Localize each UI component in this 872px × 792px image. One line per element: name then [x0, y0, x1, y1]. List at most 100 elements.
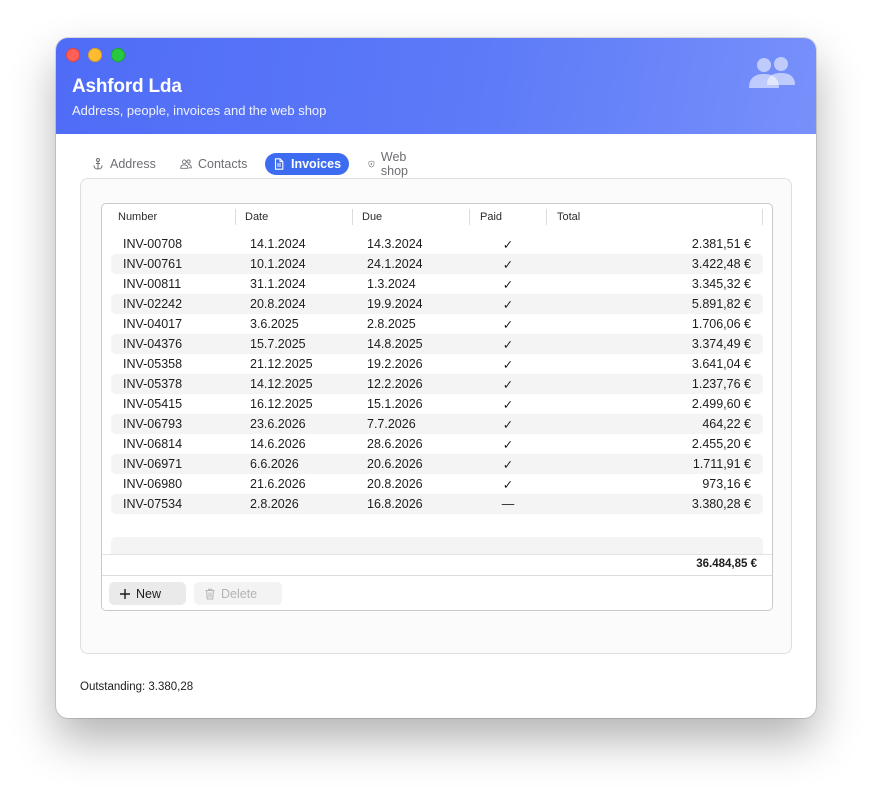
- invoice-due: 1.3.2024: [367, 277, 416, 291]
- tab-invoices[interactable]: Invoices: [265, 153, 350, 175]
- invoice-date: 20.8.2024: [250, 297, 306, 311]
- invoice-due: 20.8.2026: [367, 477, 423, 491]
- tab-contacts-label: Contacts: [198, 157, 248, 171]
- invoice-number: INV-00761: [123, 257, 183, 271]
- column-divider[interactable]: [546, 209, 547, 225]
- table-row[interactable]: INV-05358 21.12.2025 19.2.2026 ✓ 3.641,0…: [111, 354, 763, 374]
- table-row[interactable]: INV-06971 6.6.2026 20.6.2026 ✓ 1.711,91 …: [111, 454, 763, 474]
- invoice-paid: ✓: [502, 278, 514, 292]
- invoice-due: 19.2.2026: [367, 357, 423, 371]
- divider: [102, 554, 772, 555]
- table-row[interactable]: INV-06980 21.6.2026 20.8.2026 ✓ 973,16 €: [111, 474, 763, 494]
- invoice-date: 16.12.2025: [250, 397, 313, 411]
- invoices-table: Number Date Due Paid Total INV-00708 14.…: [101, 203, 773, 611]
- table-row[interactable]: INV-04017 3.6.2025 2.8.2025 ✓ 1.706,06 €: [111, 314, 763, 334]
- tab-invoices-label: Invoices: [291, 157, 342, 171]
- invoice-date: 14.6.2026: [250, 437, 306, 451]
- invoices-panel: Number Date Due Paid Total INV-00708 14.…: [80, 178, 792, 654]
- column-divider[interactable]: [352, 209, 353, 225]
- invoice-due: 14.8.2025: [367, 337, 423, 351]
- invoice-date: 10.1.2024: [250, 257, 306, 271]
- invoice-total: 2.455,20 €: [691, 437, 751, 451]
- invoice-date: 2.8.2026: [250, 497, 299, 511]
- invoice-date: 21.12.2025: [250, 357, 313, 371]
- plus-icon: [120, 588, 130, 599]
- invoice-due: 24.1.2024: [367, 257, 423, 271]
- invoice-number: INV-02242: [123, 297, 183, 311]
- invoice-due: 2.8.2025: [367, 317, 416, 331]
- table-row[interactable]: INV-07534 2.8.2026 16.8.2026 — 3.380,28 …: [111, 494, 763, 514]
- invoice-paid: ✓: [502, 258, 514, 272]
- new-invoice-button[interactable]: New: [109, 582, 186, 605]
- app-window: Ashford Lda Address, people, invoices an…: [56, 38, 816, 718]
- people-icon: [180, 159, 192, 169]
- status-text: Outstanding: 3.380,28: [80, 681, 194, 693]
- column-header-number[interactable]: Number: [118, 211, 157, 223]
- invoice-date: 14.1.2024: [250, 237, 306, 251]
- invoice-total: 973,16 €: [702, 477, 751, 491]
- table-row[interactable]: INV-06793 23.6.2026 7.7.2026 ✓ 464,22 €: [111, 414, 763, 434]
- invoice-due: 14.3.2024: [367, 237, 423, 251]
- invoice-due: 7.7.2026: [367, 417, 416, 431]
- table-body: INV-00708 14.1.2024 14.3.2024 ✓ 2.381,51…: [111, 234, 763, 514]
- invoice-total: 464,22 €: [702, 417, 751, 431]
- invoice-total: 3.345,32 €: [691, 277, 751, 291]
- people-icon: [749, 57, 795, 88]
- table-row[interactable]: INV-02242 20.8.2024 19.9.2024 ✓ 5.891,82…: [111, 294, 763, 314]
- column-header-paid[interactable]: Paid: [480, 211, 502, 223]
- invoice-date: 3.6.2025: [250, 317, 299, 331]
- invoice-date: 15.7.2025: [250, 337, 306, 351]
- tab-address-label: Address: [110, 157, 156, 171]
- tab-web-shop-label: Web shop: [380, 150, 408, 178]
- invoice-number: INV-05415: [123, 397, 183, 411]
- invoice-due: 28.6.2026: [367, 437, 423, 451]
- new-button-label: New: [136, 586, 162, 601]
- invoice-due: 15.1.2026: [367, 397, 423, 411]
- table-row[interactable]: INV-05378 14.12.2025 12.2.2026 ✓ 1.237,7…: [111, 374, 763, 394]
- tab-address[interactable]: Address: [84, 153, 164, 175]
- invoice-date: 23.6.2026: [250, 417, 306, 431]
- invoice-number: INV-00811: [123, 277, 182, 291]
- invoice-number: INV-00708: [123, 237, 183, 251]
- invoice-total: 1.237,76 €: [691, 377, 751, 391]
- invoice-date: 14.12.2025: [250, 377, 313, 391]
- column-header-date[interactable]: Date: [245, 211, 268, 223]
- empty-row: [111, 537, 763, 554]
- table-row[interactable]: INV-06814 14.6.2026 28.6.2026 ✓ 2.455,20…: [111, 434, 763, 454]
- invoice-number: INV-06814: [123, 437, 183, 451]
- table-row[interactable]: INV-05415 16.12.2025 15.1.2026 ✓ 2.499,6…: [111, 394, 763, 414]
- invoice-paid: ✓: [502, 298, 514, 312]
- zoom-window-button[interactable]: [111, 48, 125, 62]
- invoice-number: INV-07534: [123, 497, 183, 511]
- column-divider[interactable]: [469, 209, 470, 225]
- delete-button-label: Delete: [221, 586, 258, 601]
- column-divider[interactable]: [235, 209, 236, 225]
- invoice-number: INV-04376: [123, 337, 183, 351]
- tab-web-shop[interactable]: Web shop: [360, 150, 421, 178]
- minimize-window-button[interactable]: [88, 48, 102, 62]
- invoice-total: 3.422,48 €: [691, 257, 751, 271]
- invoice-number: INV-05358: [123, 357, 183, 371]
- invoice-number: INV-06980: [123, 477, 183, 491]
- table-row[interactable]: INV-00708 14.1.2024 14.3.2024 ✓ 2.381,51…: [111, 234, 763, 254]
- invoice-paid: ✓: [502, 438, 514, 452]
- table-row[interactable]: INV-04376 15.7.2025 14.8.2025 ✓ 3.374,49…: [111, 334, 763, 354]
- table-row[interactable]: INV-00811 31.1.2024 1.3.2024 ✓ 3.345,32 …: [111, 274, 763, 294]
- close-window-button[interactable]: [66, 48, 80, 62]
- invoice-paid: ✓: [502, 398, 514, 412]
- invoice-total: 3.374,49 €: [691, 337, 751, 351]
- invoice-paid: ✓: [502, 478, 514, 492]
- shield-icon: [368, 160, 375, 168]
- table-row[interactable]: INV-00761 10.1.2024 24.1.2024 ✓ 3.422,48…: [111, 254, 763, 274]
- column-header-total[interactable]: Total: [557, 211, 580, 223]
- trash-icon: [205, 588, 215, 599]
- column-header-due[interactable]: Due: [362, 211, 382, 223]
- tab-contacts[interactable]: Contacts: [172, 153, 255, 175]
- delete-invoice-button[interactable]: Delete: [194, 582, 282, 605]
- table-header: Number Date Due Paid Total: [102, 204, 772, 230]
- invoice-total: 1.711,91 €: [692, 457, 751, 471]
- divider: [102, 575, 772, 576]
- invoice-date: 31.1.2024: [250, 277, 306, 291]
- column-divider[interactable]: [762, 209, 763, 225]
- invoice-date: 6.6.2026: [250, 457, 299, 471]
